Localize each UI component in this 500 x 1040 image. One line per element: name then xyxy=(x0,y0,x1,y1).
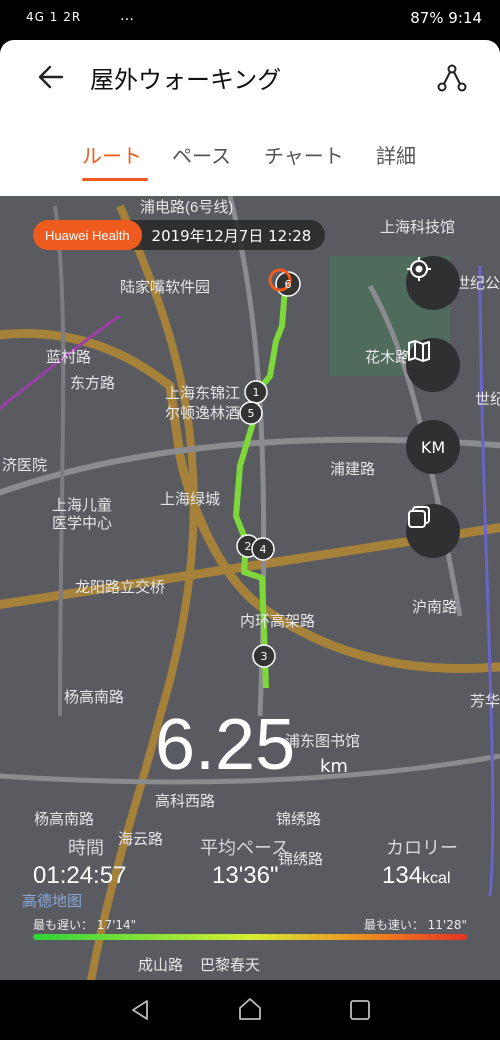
slowest-pace: 最も遅い： 17'14" xyxy=(33,918,137,932)
active-tab-indicator xyxy=(82,178,148,181)
nav-recents-icon[interactable] xyxy=(348,998,372,1022)
tab-bar: ルート ペース チャート 詳細 xyxy=(0,140,500,190)
map-label: 尔顿逸林酒 xyxy=(165,405,241,422)
signal-indicators: 4G 1 2R xyxy=(26,10,82,24)
map-label: 陆家嘴软件园 xyxy=(120,279,211,296)
svg-text:6: 6 xyxy=(285,278,292,291)
workout-info-chip: Huawei Health 2019年12月7日 12:28 xyxy=(33,220,326,250)
more-notifications-icon: … xyxy=(120,8,134,24)
map-label: 浦电路(6号线) xyxy=(140,199,234,216)
page-title: 屋外ウォーキング xyxy=(90,66,282,94)
calorie-value: 134kcal xyxy=(382,862,451,890)
tab-chart[interactable]: チャート xyxy=(264,140,344,169)
pace-label: 平均ペース xyxy=(200,838,290,859)
crosshair-icon xyxy=(407,257,431,281)
layers-icon xyxy=(408,506,430,528)
map-label: 浦建路 xyxy=(330,461,376,478)
battery-time: 87% 9:14 xyxy=(410,9,482,27)
calorie-label: カロリー xyxy=(386,838,458,859)
map-label: 花木路 xyxy=(365,349,411,366)
map-label: 济医院 xyxy=(2,457,48,474)
locate-button[interactable] xyxy=(406,256,460,310)
map-label: 内环高架路 xyxy=(240,613,316,630)
total-distance: 6.25 xyxy=(155,705,296,785)
map-label: 沪南路 xyxy=(412,599,458,616)
tab-pace[interactable]: ペース xyxy=(172,140,231,169)
time-value: 01:24:57 xyxy=(33,862,127,889)
map-label: 上海东锦江 xyxy=(165,385,241,402)
nav-home-icon[interactable] xyxy=(237,996,263,1022)
svg-text:2: 2 xyxy=(245,540,252,553)
svg-text:1: 1 xyxy=(253,386,260,399)
map-label: 东方路 xyxy=(70,375,116,392)
workout-summary: 6.25 km 時間 01:24:57 平均ペース 13'36" カロリー 13… xyxy=(0,690,500,980)
nav-back-icon[interactable] xyxy=(128,998,152,1022)
speed-gradient-bar xyxy=(33,934,467,940)
status-bar: 4G 1 2R … 87% 9:14 xyxy=(0,0,500,40)
header-sheet: 屋外ウォーキング ルート ペース チャート 詳細 xyxy=(0,40,500,200)
km-markers-button[interactable]: KM xyxy=(406,420,460,474)
calorie-unit: kcal xyxy=(422,870,451,887)
svg-text:4: 4 xyxy=(260,543,267,556)
distance-unit: km xyxy=(320,756,348,777)
tab-route[interactable]: ルート xyxy=(82,140,142,169)
workout-datetime: 2019年12月7日 12:28 xyxy=(151,226,312,245)
calorie-number: 134 xyxy=(382,862,423,889)
tab-details[interactable]: 詳細 xyxy=(376,140,416,169)
map-label: 医学中心 xyxy=(52,515,113,532)
map-label: 世纪 xyxy=(475,391,500,408)
map-label: 蓝村路 xyxy=(46,349,92,366)
layers-button[interactable] xyxy=(406,504,460,558)
svg-text:3: 3 xyxy=(261,650,268,663)
app-badge: Huawei Health xyxy=(33,220,142,250)
system-nav-bar xyxy=(0,980,500,1040)
share-route-icon[interactable] xyxy=(436,62,468,94)
map-label: 上海绿城 xyxy=(160,491,221,508)
map-label: 上海科技馆 xyxy=(380,219,456,236)
fastest-pace: 最も速い： 11'28" xyxy=(363,918,467,932)
map-icon xyxy=(408,340,430,362)
map-type-button[interactable] xyxy=(406,338,460,392)
map-label: 龙阳路立交桥 xyxy=(75,579,166,596)
time-label: 時間 xyxy=(68,838,104,859)
svg-text:5: 5 xyxy=(248,407,255,420)
pace-value: 13'36" xyxy=(212,862,279,889)
map-label: 世纪公 xyxy=(455,275,500,292)
back-arrow-icon[interactable] xyxy=(36,62,66,92)
